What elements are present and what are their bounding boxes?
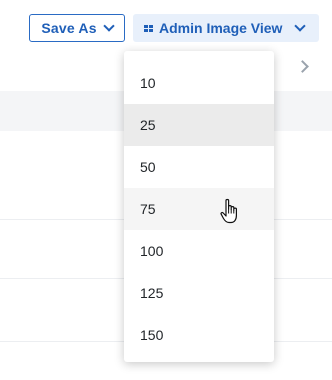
chevron-down-icon [103, 20, 115, 32]
admin-image-view-button[interactable]: Admin Image View [133, 14, 319, 42]
menu-item-150[interactable]: 150 [124, 314, 274, 356]
menu-item-100[interactable]: 100 [124, 230, 274, 272]
save-as-label: Save As [41, 20, 97, 36]
page-size-dropdown-menu: 10 25 50 75 100 125 150 [124, 51, 274, 362]
chevron-down-icon [294, 20, 307, 32]
admin-image-view-label: Admin Image View [159, 20, 283, 36]
menu-item-25[interactable]: 25 [124, 104, 274, 146]
menu-item-50[interactable]: 50 [124, 146, 274, 188]
menu-item-125[interactable]: 125 [124, 272, 274, 314]
menu-item-75[interactable]: 75 [124, 188, 274, 230]
grid-view-icon [144, 24, 153, 32]
chevron-right-icon[interactable] [296, 60, 309, 73]
save-as-button[interactable]: Save As [29, 14, 125, 42]
hand-pointer-cursor-icon [220, 198, 237, 224]
menu-item-10[interactable]: 10 [124, 62, 274, 104]
